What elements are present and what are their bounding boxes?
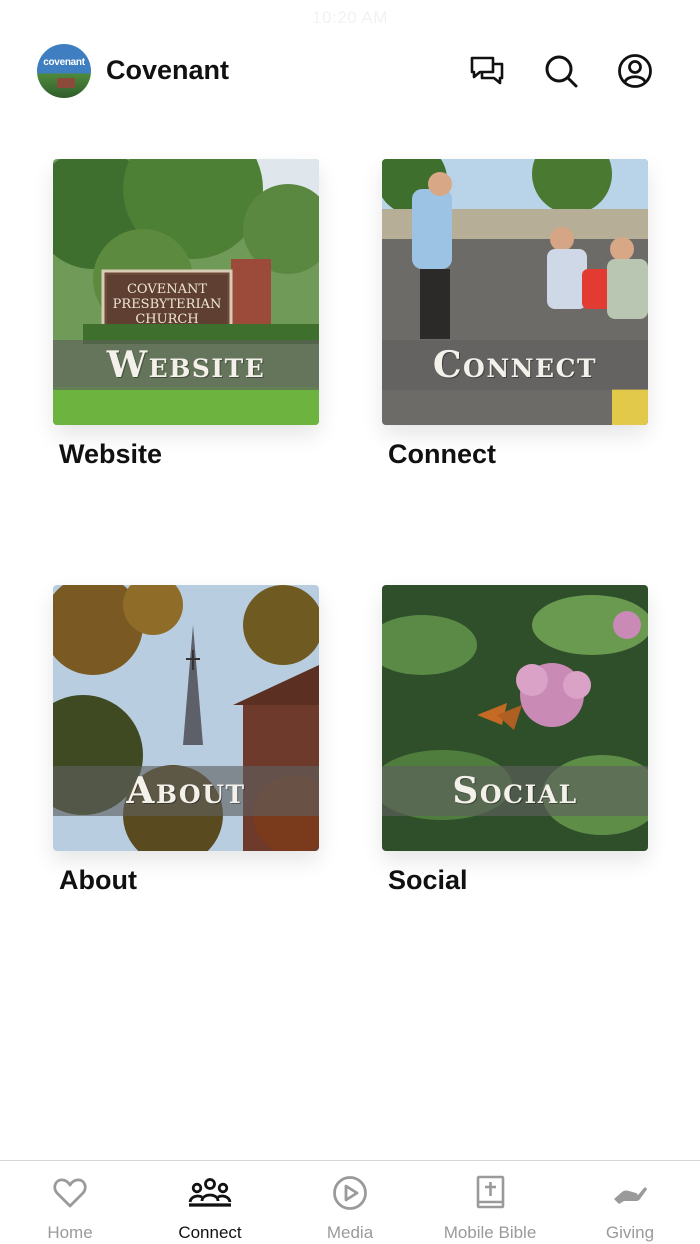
connect-image[interactable]: Connect: [382, 159, 648, 425]
tab-home-label: Home: [47, 1223, 93, 1242]
tile-website-label[interactable]: Website: [59, 439, 319, 470]
heart-icon: [53, 1178, 87, 1208]
tile-social-label[interactable]: Social: [388, 865, 648, 896]
tab-media[interactable]: Media: [280, 1161, 420, 1244]
website-banner-text: Website: [106, 344, 266, 386]
tab-connect-label: Connect: [178, 1223, 242, 1242]
tile-connect[interactable]: Connect Connect: [382, 159, 648, 470]
social-banner-text: Social: [452, 770, 578, 812]
website-sign-line-2: PRESBYTERIAN: [113, 297, 222, 312]
about-banner: About: [53, 766, 319, 816]
tab-mobile-bible-label: Mobile Bible: [443, 1223, 537, 1242]
app-logo: covenant: [37, 44, 91, 98]
tile-social[interactable]: Social Social: [382, 585, 648, 896]
people-icon: [188, 1178, 232, 1207]
social-image[interactable]: Social: [382, 585, 648, 851]
about-image[interactable]: About: [53, 585, 319, 851]
website-banner: Website: [53, 340, 319, 390]
account-icon[interactable]: [616, 52, 654, 90]
website-image[interactable]: COVENANT PRESBYTERIAN CHURCH Website: [53, 159, 319, 425]
tab-home[interactable]: Home: [0, 1161, 140, 1244]
bottom-tab-bar: Home Connect Media Mobile Bible Giving: [0, 1160, 700, 1244]
tab-giving[interactable]: Giving: [560, 1161, 700, 1244]
app-logo-building: [57, 78, 75, 88]
tile-about-label[interactable]: About: [59, 865, 319, 896]
website-sign-line-1: COVENANT: [127, 282, 207, 297]
tab-connect[interactable]: Connect: [140, 1161, 280, 1244]
status-bar-time: 10:20 AM: [312, 8, 388, 27]
app-title: Covenant: [106, 55, 230, 85]
search-icon[interactable]: [542, 52, 580, 90]
tile-connect-label[interactable]: Connect: [388, 439, 648, 470]
connect-banner-text: Connect: [432, 344, 598, 386]
tile-about[interactable]: About About: [53, 585, 319, 896]
about-banner-text: About: [126, 770, 246, 812]
social-banner: Social: [382, 766, 648, 816]
bible-icon: [476, 1175, 505, 1209]
tab-giving-label: Giving: [605, 1223, 655, 1242]
connect-banner: Connect: [382, 340, 648, 390]
app-logo-text: covenant: [43, 57, 85, 68]
tile-website[interactable]: COVENANT PRESBYTERIAN CHURCH Website Web…: [53, 159, 319, 470]
messages-icon[interactable]: [468, 52, 506, 90]
play-circle-icon: [333, 1176, 367, 1210]
tab-mobile-bible[interactable]: Mobile Bible: [420, 1161, 560, 1244]
giving-hand-icon: [614, 1187, 647, 1204]
tab-media-label: Media: [326, 1223, 374, 1242]
app-header: covenant Covenant: [0, 44, 700, 98]
